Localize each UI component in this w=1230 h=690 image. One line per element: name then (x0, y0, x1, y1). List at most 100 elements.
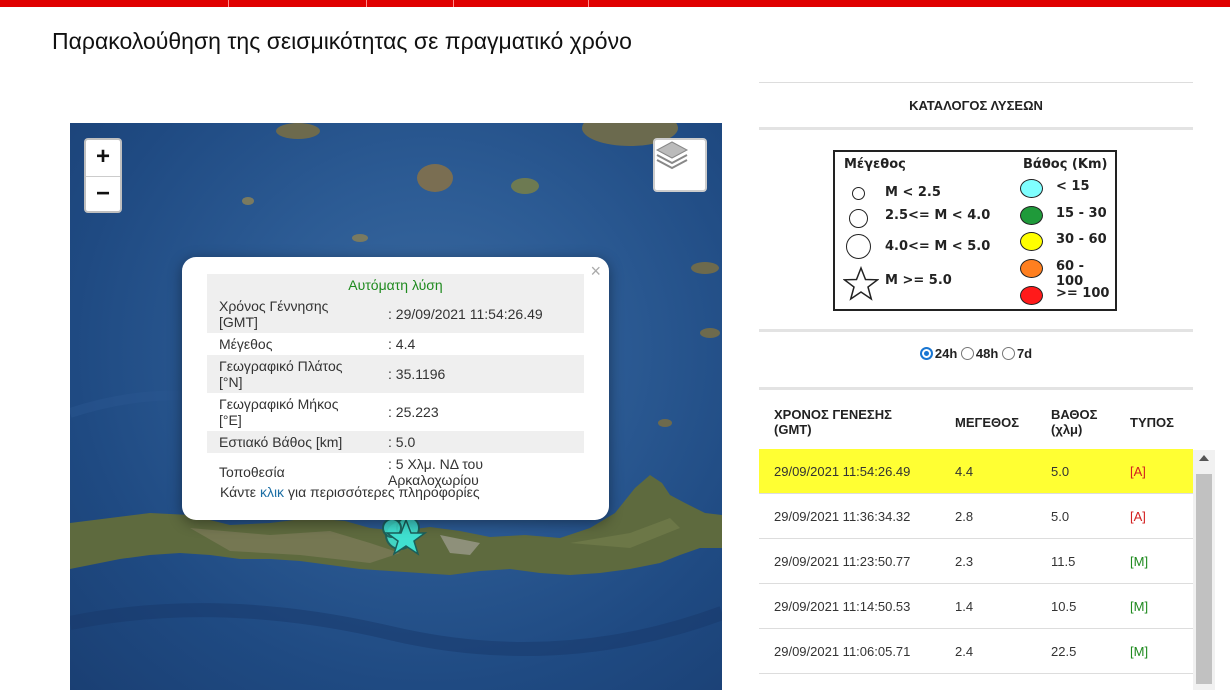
size-small-icon (852, 187, 865, 200)
popup-key: Γεωγραφικό Πλάτος [°N] (207, 355, 376, 393)
cell-time: 29/09/2021 11:36:34.32 (774, 509, 911, 524)
popup-row: Γεωγραφικό Μήκος [°E] : 25.223 (207, 393, 584, 431)
popup-value: : 5.0 (376, 431, 584, 453)
period-7d-radio[interactable] (1001, 347, 1015, 360)
table-row[interactable]: 29/09/2021 11:14:50.53 1.4 10.5 [M] (759, 584, 1193, 629)
island (242, 197, 254, 205)
col-header-mag: ΜΕΓΕΘΟΣ (955, 415, 1020, 430)
island (352, 234, 368, 242)
depth-color-dot (1020, 232, 1043, 251)
more-prefix: Κάντε (220, 484, 257, 500)
cell-time: 29/09/2021 11:14:50.53 (774, 599, 911, 614)
cell-depth: 10.5 (1051, 599, 1077, 614)
size-large-icon (846, 234, 871, 259)
popup-value: : 35.1196 (376, 355, 584, 393)
more-suffix: για περισσότερες πληροφορίες (287, 484, 480, 500)
popup-key: Χρόνος Γέννησης [GMT] (207, 295, 376, 333)
island (691, 262, 719, 274)
scroll-thumb[interactable] (1196, 474, 1212, 684)
col-header-time-sub: (GMT) (774, 422, 812, 437)
legend-size-label: 4.0<= M < 5.0 (885, 239, 991, 254)
nav-separator (366, 0, 367, 7)
period-7d-label[interactable]: 7d (1017, 346, 1032, 361)
sea-ridge (70, 603, 722, 656)
zoom-in-button[interactable]: + (86, 140, 120, 177)
top-nav-bar (0, 0, 1230, 7)
col-header-depth-sub: (χλμ) (1051, 422, 1083, 437)
popup-key: Εστιακό Βάθος [km] (207, 431, 376, 453)
cell-depth: 22.5 (1051, 644, 1077, 659)
popup-value: : 25.223 (388, 404, 439, 420)
cell-type: [M] (1130, 554, 1149, 569)
col-header-time: ΧΡΟΝΟΣ ΓΕΝΕΣΗΣ (774, 407, 892, 422)
popup-title: Αυτόματη λύση (207, 274, 584, 295)
period-24h-radio[interactable] (919, 347, 933, 360)
layers-icon (655, 141, 689, 170)
cell-depth: 11.5 (1051, 554, 1076, 569)
zoom-out-button[interactable]: − (86, 177, 120, 213)
zoom-control: + − (84, 138, 122, 213)
legend-size-header: Μέγεθος (844, 157, 906, 172)
table-row[interactable]: 29/09/2021 11:36:34.32 2.8 5.0 [A] (759, 494, 1193, 539)
cell-depth: 5.0 (1051, 464, 1070, 479)
event-popup: × Αυτόματη λύση Χρόνος Γέννησης [GMT] : … (182, 257, 609, 520)
popup-key: Μέγεθος (219, 336, 273, 352)
period-selector: 24h 48h 7d (759, 346, 1193, 361)
period-24h-label[interactable]: 24h (935, 346, 957, 361)
cell-type: [M] (1130, 599, 1149, 614)
star-icon (843, 266, 879, 301)
table-row[interactable]: 29/09/2021 11:23:50.77 2.3 11.5 [M] (759, 539, 1193, 584)
legend-size-label: M >= 5.0 (885, 273, 952, 288)
legend-depth-label: 30 - 60 (1056, 232, 1107, 247)
more-info-link[interactable]: κλικ (260, 484, 284, 500)
island (700, 328, 720, 338)
cell-depth: 5.0 (1051, 509, 1070, 524)
cell-mag: 4.4 (955, 464, 974, 479)
popup-value: : 29/09/2021 11:54:26.49 (376, 295, 584, 333)
depth-color-dot (1020, 286, 1043, 305)
period-48h-label[interactable]: 48h (976, 346, 998, 361)
layers-button[interactable] (653, 138, 707, 192)
cell-mag: 2.4 (955, 644, 974, 659)
legend-depth-header: Βάθος (Km) (1023, 157, 1108, 172)
cell-time: 29/09/2021 11:54:26.49 (774, 464, 911, 479)
legend-depth-label: 60 - 100 (1056, 259, 1085, 289)
divider (759, 387, 1193, 390)
table-row[interactable]: 29/09/2021 11:54:26.49 4.4 5.0 [A] (759, 449, 1193, 494)
island (417, 164, 453, 192)
legend-depth-label: >= 100 (1056, 286, 1110, 301)
divider (759, 329, 1193, 332)
close-icon[interactable]: × (590, 261, 601, 282)
divider (759, 127, 1193, 130)
cell-type: [A] (1130, 464, 1146, 479)
table-scrollbar[interactable] (1193, 450, 1215, 690)
depth-color-dot (1020, 179, 1043, 198)
events-table: 29/09/2021 11:54:26.49 4.4 5.0 [A] 29/09… (759, 449, 1193, 674)
popup-value: : 4.4 (388, 336, 416, 352)
scroll-up-icon[interactable] (1199, 455, 1209, 461)
cell-type: [M] (1130, 644, 1149, 659)
catalog-title: ΚΑΤΑΛΟΓΟΣ ΛΥΣΕΩΝ (909, 98, 1043, 113)
nav-separator (228, 0, 229, 7)
cell-time: 29/09/2021 11:06:05.71 (774, 644, 911, 659)
page-title: Παρακολούθηση της σεισμικότητας σε πραγμ… (52, 28, 632, 54)
col-header-depth: ΒΑΘΟΣ (1051, 407, 1098, 422)
col-header-type: ΤΥΠΟΣ (1130, 415, 1174, 430)
cell-mag: 1.4 (955, 599, 974, 614)
legend-box: Μέγεθος Βάθος (Km) M < 2.5 2.5<= M < 4.0… (833, 150, 1117, 311)
cell-mag: 2.3 (955, 554, 974, 569)
table-row[interactable]: 29/09/2021 11:06:05.71 2.4 22.5 [M] (759, 629, 1193, 674)
legend-size-label: M < 2.5 (885, 185, 941, 200)
popup-row: Εστιακό Βάθος [km] : 5.0 (207, 431, 584, 453)
legend-size-label: 2.5<= M < 4.0 (885, 208, 991, 223)
popup-table: Αυτόματη λύση Χρόνος Γέννησης [GMT] : 29… (207, 274, 584, 491)
nav-separator (588, 0, 589, 7)
popup-row: Γεωγραφικό Πλάτος [°N] : 35.1196 (207, 355, 584, 393)
island (276, 123, 320, 139)
legend-depth-label: < 15 (1056, 179, 1090, 194)
divider (759, 82, 1193, 83)
period-48h-radio[interactable] (960, 347, 974, 360)
table-header: ΧΡΟΝΟΣ ΓΕΝΕΣΗΣ (GMT) ΜΕΓΕΘΟΣ ΒΑΘΟΣ (χλμ)… (759, 404, 1193, 448)
popup-key: Γεωγραφικό Μήκος [°E] (219, 396, 339, 428)
popup-more-info: Κάντε κλικ για περισσότερες πληροφορίες (220, 484, 480, 500)
